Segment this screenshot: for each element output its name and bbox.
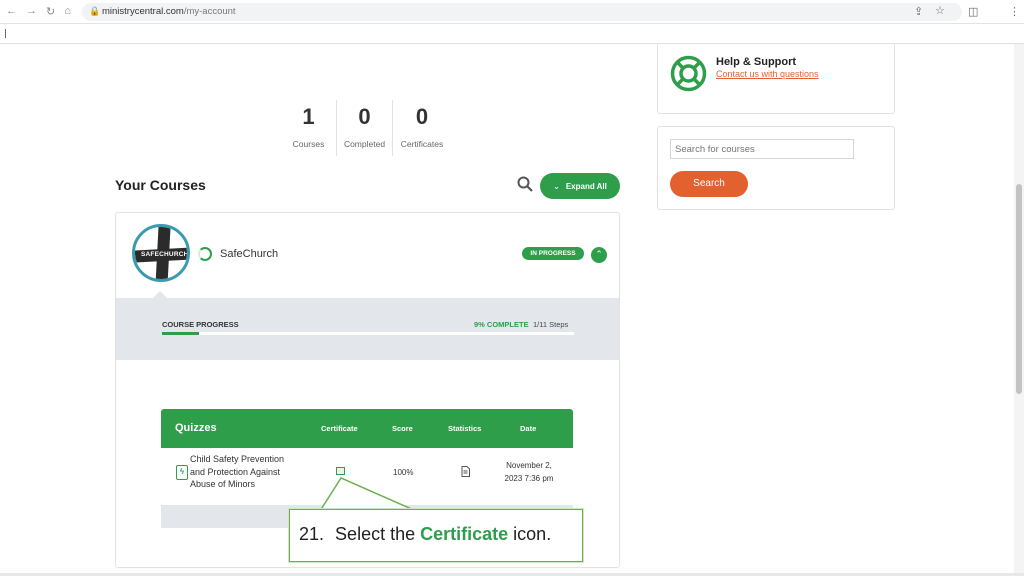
browser-toolbar: ← → ↻ ⌂ 🔒 ministrycentral.com/my-account… (0, 0, 1024, 24)
forward-icon[interactable]: → (26, 5, 37, 18)
stat-label: Completed (343, 139, 386, 149)
page-scrollbar[interactable] (1014, 44, 1024, 576)
stat-completed: 0 Completed (337, 100, 393, 156)
statistics-icon[interactable] (461, 466, 470, 479)
stat-value: 1 (302, 104, 315, 129)
progress-steps: 1/11 Steps (533, 320, 569, 329)
chevron-up-icon: ⌃ (595, 249, 603, 259)
stat-value: 0 (358, 104, 371, 129)
course-title[interactable]: SafeChurch (220, 248, 278, 260)
bookmarks-marker (5, 29, 6, 38)
callout-prefix: Select the (335, 524, 416, 544)
url-path: /my-account (183, 6, 236, 17)
quizzes-header: Quizzes Certificate Score Statistics Dat… (161, 409, 573, 448)
expand-all-button[interactable]: ⌄ Expand All (540, 173, 620, 199)
quiz-date: November 2, 2023 7:36 pm (504, 461, 554, 483)
col-score: Score (392, 424, 413, 433)
contact-us-link[interactable]: Contact us with questions (716, 69, 819, 79)
table-row: ϟ Child Safety Prevention and Protection… (161, 448, 573, 505)
stat-label: Courses (292, 139, 325, 149)
stat-courses: 1 Courses (281, 100, 337, 156)
course-progress-label: COURSE PROGRESS (162, 320, 239, 329)
lifebuoy-icon (670, 55, 707, 92)
instruction-callout: 21. Select the Certificate icon. (289, 509, 583, 562)
progress-ring-icon (198, 247, 212, 261)
your-courses-heading: Your Courses (115, 177, 206, 193)
expand-all-label: Expand All (565, 181, 607, 191)
progress-bar-track (162, 332, 574, 335)
chevron-down-icon: ⌄ (553, 181, 560, 191)
bookmarks-bar (0, 24, 1024, 44)
reload-icon[interactable]: ↻ (46, 5, 55, 18)
side-panel-icon[interactable]: ◫ (968, 5, 978, 18)
account-stats: 1 Courses 0 Completed 0 Certificates (281, 100, 451, 156)
quiz-icon: ϟ (176, 465, 188, 480)
progress-percent: 9% COMPLETE (474, 320, 529, 329)
stat-label: Certificates (400, 139, 444, 149)
address-bar[interactable]: 🔒 ministrycentral.com/my-account ⇪ ☆ (82, 3, 962, 21)
help-support-title: Help & Support (716, 56, 797, 68)
callout-highlight: Certificate (420, 524, 509, 544)
col-statistics: Statistics (448, 424, 482, 433)
status-badge: IN PROGRESS (522, 247, 584, 260)
stat-certificates: 0 Certificates (393, 100, 451, 156)
browser-nav: ← → ↻ ⌂ (6, 5, 71, 18)
col-date: Date (520, 424, 537, 433)
collapse-course-button[interactable]: ⌃ (591, 247, 607, 263)
quizzes-title: Quizzes (175, 422, 217, 434)
search-button[interactable]: Search (670, 171, 748, 197)
course-search-icon[interactable] (517, 176, 533, 197)
callout-step-number: 21. (299, 524, 325, 544)
bookmark-star-icon[interactable]: ☆ (935, 4, 945, 17)
safechurch-logo: SAFECHURCH (132, 224, 190, 282)
back-icon[interactable]: ← (6, 5, 17, 18)
progress-bar-fill (162, 332, 200, 335)
col-certificate: Certificate (321, 424, 358, 433)
lock-icon[interactable]: 🔒 (89, 6, 100, 17)
logo-text: SAFECHURCH (141, 251, 189, 258)
scrollbar-thumb[interactable] (1016, 184, 1022, 394)
stat-value: 0 (415, 104, 429, 129)
quiz-score: 100% (393, 468, 414, 477)
url-domain: ministrycentral.com (102, 6, 184, 17)
home-icon[interactable]: ⌂ (64, 5, 71, 18)
menu-kebab-icon[interactable]: ⋮ (1009, 5, 1020, 18)
course-progress-panel (116, 298, 619, 360)
callout-suffix: icon. (513, 524, 552, 544)
quiz-title[interactable]: Child Safety Prevention and Protection A… (190, 453, 300, 491)
certificate-icon[interactable] (336, 467, 345, 475)
search-courses-input[interactable] (670, 139, 854, 159)
share-icon[interactable]: ⇪ (914, 5, 923, 18)
